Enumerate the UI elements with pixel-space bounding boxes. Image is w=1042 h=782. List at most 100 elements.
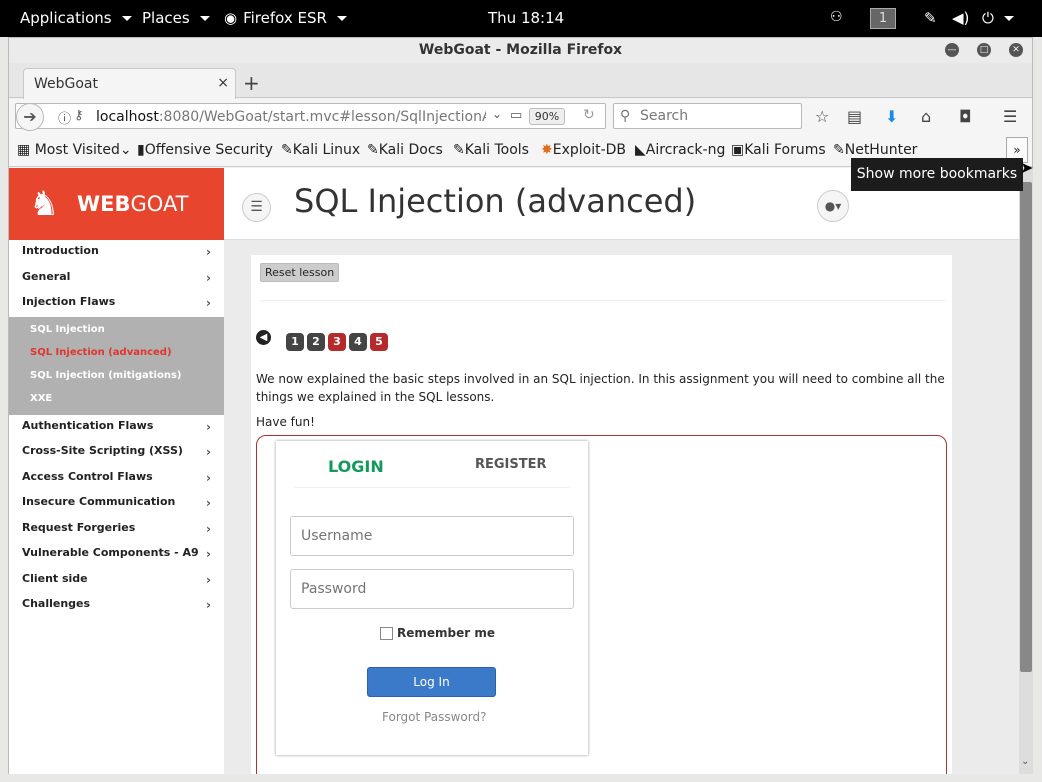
maximize-icon[interactable]: □ xyxy=(977,43,991,57)
clock[interactable]: Thu 18:14 xyxy=(488,9,564,27)
tab-strip: WebGoat × + xyxy=(9,63,1032,99)
sidebar-item-introduction[interactable]: Introduction › xyxy=(9,240,224,266)
sidebar-item-request-forgeries[interactable]: Request Forgeries › xyxy=(9,517,224,543)
sidebar-sub-sql-injection-mitigations[interactable]: SQL Injection (mitigations) xyxy=(9,366,224,389)
remember-me: Remember me xyxy=(380,626,495,640)
sidebar-item-access-control[interactable]: Access Control Flaws › xyxy=(9,466,224,492)
firefox-window: WebGoat - Mozilla Firefox — □ ✕ WebGoat … xyxy=(8,37,1033,774)
url-text[interactable]: localhost:8080/WebGoat/start.mvc#lesson/… xyxy=(96,109,486,125)
places-menu[interactable]: Places xyxy=(142,9,210,27)
sidebar-item-insecure-communication[interactable]: Insecure Communication › xyxy=(9,491,224,517)
pocket-icon[interactable]: ◘ xyxy=(959,107,972,126)
chevron-right-icon: › xyxy=(206,521,211,536)
chevron-down-icon[interactable]: ⌄ xyxy=(492,107,502,121)
download-icon[interactable]: ⬇ xyxy=(885,107,898,126)
users-icon[interactable]: ⚇ xyxy=(830,9,843,25)
tab-login[interactable]: LOGIN xyxy=(328,457,384,476)
reader-view-icon[interactable]: ▭ xyxy=(510,108,522,123)
page-button-2[interactable]: 2 xyxy=(307,333,325,351)
navigation-toolbar: ➔ ⓘ ⚷ localhost:8080/WebGoat/start.mvc#l… xyxy=(9,99,1032,135)
chevron-down-icon xyxy=(336,15,347,21)
lesson-sidebar: Introduction › General › Injection Flaws › … xyxy=(9,240,224,774)
password-input[interactable] xyxy=(290,569,574,609)
forgot-password-link[interactable]: Forgot Password? xyxy=(382,710,486,724)
sidebar-item-vulnerable-components[interactable]: Vulnerable Components - A9 › xyxy=(9,542,224,568)
previous-page-icon[interactable]: ◀ xyxy=(256,330,271,345)
page-button-3[interactable]: 3 xyxy=(328,333,346,351)
sidebar-item-xss[interactable]: Cross-Site Scripting (XSS) › xyxy=(9,440,224,466)
bookmark-offensive-security[interactable]: ▮Offensive Security xyxy=(137,142,273,158)
chevron-right-icon: › xyxy=(206,245,211,259)
chevron-right-icon: › xyxy=(206,496,211,510)
chevron-down-icon xyxy=(1003,15,1014,21)
bookmark-kali-tools[interactable]: ✎Kali Tools xyxy=(453,142,529,158)
lesson-panel: Reset lesson ◀ 1 2 3 4 5 We now explaine… xyxy=(251,255,952,774)
chevron-down-icon xyxy=(199,15,210,21)
back-button[interactable]: ➔ xyxy=(16,103,44,131)
sidebar-sub-sql-injection[interactable]: SQL Injection xyxy=(9,320,224,343)
search-input[interactable]: ⚲ Search xyxy=(613,103,802,129)
close-tab-icon[interactable]: × xyxy=(217,75,229,91)
remember-me-checkbox[interactable] xyxy=(380,626,393,640)
info-icon[interactable]: ⓘ xyxy=(58,108,71,127)
goat-icon: ♞ xyxy=(29,184,60,224)
clipboard-icon[interactable]: ▤ xyxy=(847,107,862,126)
menu-toggle-button[interactable]: ☰ xyxy=(242,193,271,222)
bookmark-most-visited[interactable]: ▦ Most Visited⌄ xyxy=(17,142,132,158)
firefox-icon: ◉ xyxy=(224,9,238,27)
page-button-1[interactable]: 1 xyxy=(286,333,304,351)
scroll-down-icon[interactable]: ⌄ xyxy=(1021,756,1029,767)
power-menu[interactable]: ⏻ xyxy=(982,9,1014,27)
sidebar-item-general[interactable]: General › xyxy=(9,266,224,292)
key-icon[interactable]: ⚷ xyxy=(74,108,84,123)
page-content: ♞ WEBGOAT ☰ SQL Injection (advanced) ●▾ … xyxy=(9,168,1019,774)
chevron-right-icon: › xyxy=(206,572,211,587)
username-input[interactable] xyxy=(290,516,574,556)
sidebar-item-client-side[interactable]: Client side › xyxy=(9,568,224,594)
window-title: WebGoat - Mozilla Firefox xyxy=(9,38,1032,63)
gnome-top-bar: Applications Places ◉ Firefox ESR Thu 18:… xyxy=(0,0,1042,37)
reset-lesson-button[interactable]: Reset lesson xyxy=(260,263,340,282)
divider xyxy=(294,487,569,488)
reload-icon[interactable]: ↻ xyxy=(583,107,595,123)
hamburger-menu-icon[interactable]: ☰ xyxy=(1003,107,1017,126)
sidebar-submenu: SQL Injection SQL Injection (advanced) S… xyxy=(9,316,224,415)
home-icon[interactable]: ⌂ xyxy=(921,107,931,126)
minimize-icon[interactable]: — xyxy=(945,43,959,57)
user-menu-button[interactable]: ●▾ xyxy=(817,190,849,222)
sidebar-item-injection-flaws[interactable]: Injection Flaws › xyxy=(9,291,224,317)
firefox-app-menu[interactable]: ◉ Firefox ESR xyxy=(224,9,347,27)
tab-register[interactable]: REGISTER xyxy=(475,457,547,472)
close-icon[interactable]: ✕ xyxy=(1009,43,1023,57)
applications-menu[interactable]: Applications xyxy=(20,9,132,27)
page-button-5[interactable]: 5 xyxy=(370,333,388,351)
workspace-indicator[interactable]: 1 xyxy=(870,8,896,29)
chevron-right-icon: › xyxy=(206,547,211,561)
page-scrollbar[interactable]: ⌄ xyxy=(1019,168,1033,774)
pen-icon[interactable]: ✎ xyxy=(924,9,937,27)
scrollbar-thumb[interactable] xyxy=(1020,182,1032,672)
login-button[interactable]: Log In xyxy=(367,667,496,697)
user-icon: ●▾ xyxy=(824,199,842,213)
webgoat-logo[interactable]: ♞ WEBGOAT xyxy=(9,168,224,240)
bookmark-nethunter[interactable]: ✎NetHunter xyxy=(833,142,917,158)
assignment-box: LOGIN REGISTER Remember me Log In Forgot… xyxy=(256,435,947,774)
bookmark-kali-linux[interactable]: ✎Kali Linux xyxy=(281,142,360,158)
new-tab-button[interactable]: + xyxy=(243,71,260,95)
volume-icon[interactable]: ◀) xyxy=(952,9,969,27)
bookmark-kali-forums[interactable]: ▣Kali Forums xyxy=(731,142,826,158)
bookmark-kali-docs[interactable]: ✎Kali Docs xyxy=(367,142,443,158)
star-icon[interactable]: ☆ xyxy=(815,107,829,126)
zoom-indicator[interactable]: 90% xyxy=(529,108,565,125)
bookmark-exploit-db[interactable]: ✸Exploit-DB xyxy=(541,142,626,158)
sidebar-sub-sql-injection-advanced[interactable]: SQL Injection (advanced) xyxy=(9,343,224,366)
sidebar-item-authentication-flaws[interactable]: Authentication Flaws › xyxy=(9,415,224,441)
bookmarks-tooltip: Show more bookmarks xyxy=(851,158,1023,191)
bookmark-aircrack-ng[interactable]: ◣Aircrack-ng xyxy=(635,142,725,158)
tab-webgoat[interactable]: WebGoat × xyxy=(23,68,236,99)
page-button-4[interactable]: 4 xyxy=(349,333,367,351)
sidebar-sub-xxe[interactable]: XXE xyxy=(9,389,224,412)
url-bar[interactable]: ➔ ⓘ ⚷ localhost:8080/WebGoat/start.mvc#l… xyxy=(15,103,606,131)
lesson-text: We now explained the basic steps involve… xyxy=(256,372,945,404)
sidebar-item-challenges[interactable]: Challenges › xyxy=(9,593,224,619)
